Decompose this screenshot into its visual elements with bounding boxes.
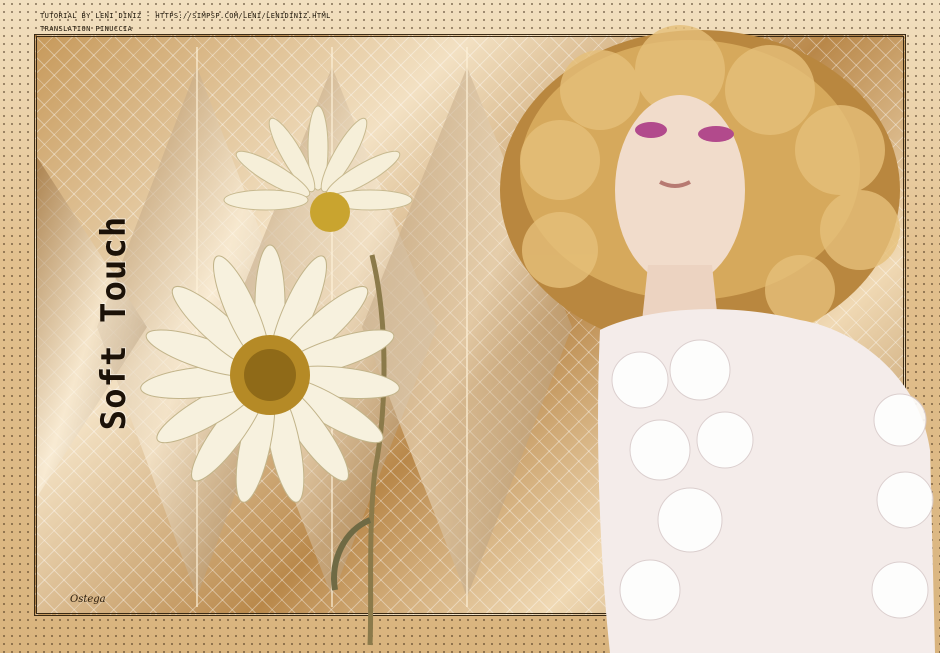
illustration-layer <box>140 25 935 653</box>
artwork-title: Soft Touch <box>94 215 134 431</box>
artist-signature: Ostega <box>70 594 106 605</box>
woman-figure <box>500 25 935 653</box>
daisy-upper <box>223 105 413 232</box>
artwork-canvas: TUTORIAL BY LENI DINIZ - HTTPS://SIMPSP.… <box>0 0 940 653</box>
flower-stem <box>367 254 387 646</box>
daisy-main <box>140 244 400 503</box>
